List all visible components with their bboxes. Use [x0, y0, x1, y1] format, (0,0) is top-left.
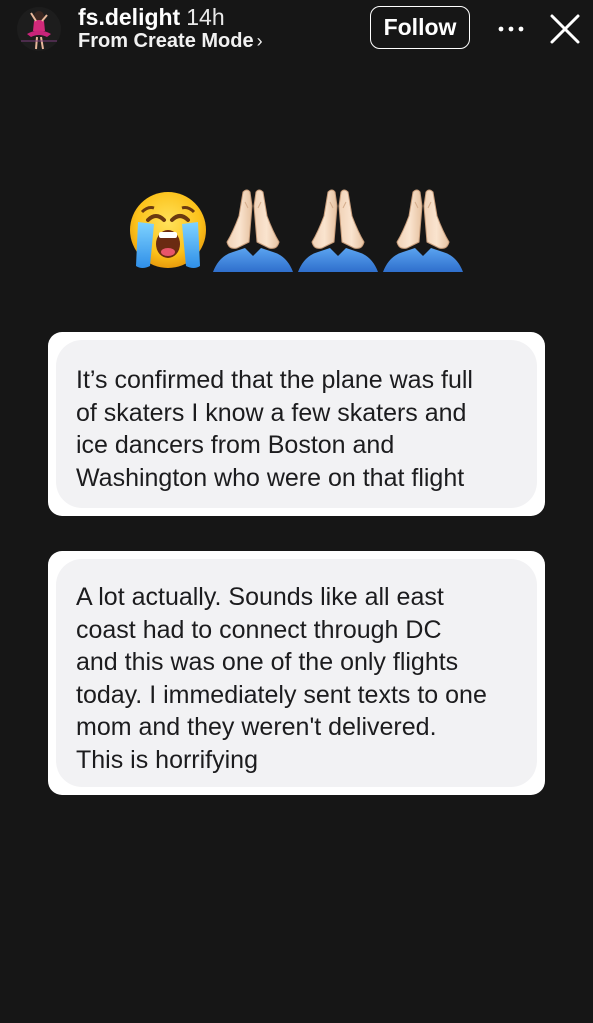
create-mode-link[interactable]: From Create Mode › — [78, 30, 263, 52]
close-icon[interactable] — [548, 12, 582, 46]
message-bubble: It’s confirmed that the plane was full o… — [56, 340, 537, 508]
message-line: today. I immediately sent texts to one — [76, 680, 487, 709]
loudly-crying-face-icon — [130, 192, 206, 268]
follow-button[interactable]: Follow — [370, 6, 470, 49]
message-line: Washington who were on that flight — [76, 463, 465, 492]
create-mode-label: From Create Mode — [78, 30, 254, 52]
folded-hands-icon — [212, 189, 294, 273]
chevron-right-icon: › — [256, 31, 263, 51]
story-header: fs.delight 14h From Create Mode › Follow — [0, 0, 593, 60]
message-line: and this was one of the only flights — [76, 648, 459, 676]
user-info: fs.delight 14h From Create Mode › — [78, 4, 263, 52]
avatar-image — [17, 7, 61, 51]
message-line: A lot actually. Sounds like all east — [76, 583, 444, 611]
message-line: ice dancers from Boston and — [76, 431, 395, 459]
folded-hands-icon — [297, 189, 379, 273]
message-line: It’s confirmed that the plane was full — [76, 366, 473, 394]
message-line: of skaters I know a few skaters and — [76, 398, 467, 427]
folded-hands-icon — [382, 189, 464, 273]
more-horizontal-icon[interactable] — [498, 26, 524, 32]
message-bubble: A lot actually. Sounds like all east coa… — [56, 559, 537, 787]
message-card: It’s confirmed that the plane was full o… — [48, 332, 545, 516]
avatar[interactable] — [17, 7, 61, 51]
username[interactable]: fs.delight — [78, 4, 180, 30]
message-line: mom and they weren't delivered. — [76, 713, 437, 741]
message-card: A lot actually. Sounds like all east coa… — [48, 551, 545, 795]
message-line: This is horrifying — [76, 745, 258, 774]
timestamp: 14h — [186, 4, 225, 30]
message-line: coast had to connect through DC — [76, 615, 442, 644]
user-line: fs.delight 14h — [78, 4, 263, 30]
reaction-emojis — [130, 189, 464, 273]
